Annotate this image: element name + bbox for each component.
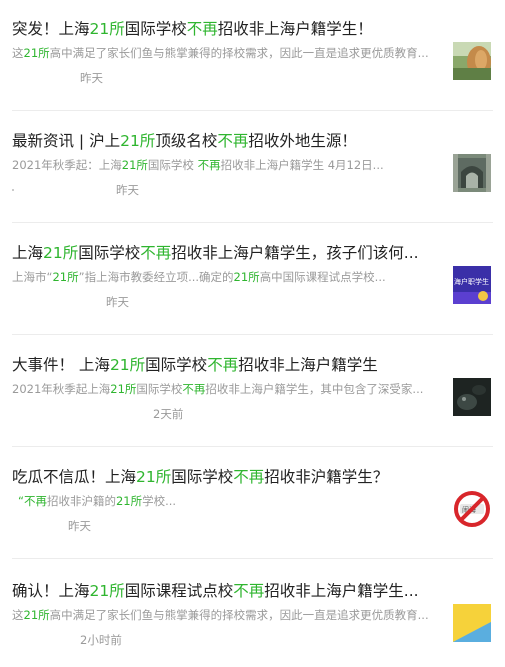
article-summary: 2021年秋季起：上海21所国际学校 不再招收非上海户籍学生 4月12日...: [12, 158, 384, 172]
article-summary: 这21所高中满足了家长们鱼与熊掌兼得的择校需求，因此一直是追求更优质教育...: [12, 46, 429, 60]
list-item[interactable]: 突发！上海21所国际学校不再招收非上海户籍学生！ 这21所高中满足了家长们鱼与熊…: [0, 0, 505, 112]
article-time: 2小时前: [80, 633, 122, 647]
article-time: 昨天: [116, 183, 139, 197]
article-time: 昨天: [106, 295, 129, 309]
yellow-blue-graphic-icon: [453, 604, 491, 642]
article-summary: “不再招收非沪籍的21所学校...: [18, 494, 177, 508]
campus-photo-thumbnail[interactable]: [453, 154, 491, 192]
bullet-dot: [12, 189, 14, 191]
article-time: 昨天: [68, 519, 91, 533]
article-title[interactable]: 吃瓜不信瓜！上海21所国际学校不再招收非沪籍学生？: [12, 466, 452, 488]
article-summary: 这21所高中满足了家长们鱼与熊掌兼得的择校需求，因此一直是追求更优质教育...: [12, 608, 429, 622]
article-title[interactable]: 确认！上海21所国际课程试点校不再招收非上海户籍学生...: [12, 580, 452, 602]
landscape-photo-thumbnail[interactable]: [453, 42, 491, 80]
no-entry-sign-thumbnail[interactable]: 闹海: [453, 490, 491, 528]
divider: [12, 110, 493, 111]
list-item[interactable]: 大事件！ 上海21所国际学校不再招收非上海户籍学生 2021年秋季起上海21所国…: [0, 336, 505, 448]
dark-photo-thumbnail[interactable]: [453, 378, 491, 416]
list-item[interactable]: 最新资讯 | 沪上21所顶级名校不再招收外地生源！ 2021年秋季起：上海21所…: [0, 112, 505, 224]
dark-photo-icon: [453, 378, 491, 416]
campus-photo-icon: [453, 154, 491, 192]
list-item[interactable]: 确认！上海21所国际课程试点校不再招收非上海户籍学生... 这21所高中满足了家…: [0, 562, 505, 667]
divider: [12, 446, 493, 447]
divider: [12, 334, 493, 335]
yellow-blue-graphic-thumbnail[interactable]: [453, 604, 491, 642]
article-summary: 2021年秋季起上海21所国际学校不再招收非上海户籍学生，其中包含了深受家...: [12, 382, 424, 396]
article-title[interactable]: 上海21所国际学校不再招收非上海户籍学生，孩子们该何...: [12, 242, 452, 264]
article-title[interactable]: 大事件！ 上海21所国际学校不再招收非上海户籍学生: [12, 354, 452, 376]
article-title[interactable]: 最新资讯 | 沪上21所顶级名校不再招收外地生源！: [12, 130, 452, 152]
divider: [12, 558, 493, 559]
list-item[interactable]: 上海21所国际学校不再招收非上海户籍学生，孩子们该何... 上海市“21所”指上…: [0, 224, 505, 336]
banner-badge-text: 海户职学生: [454, 277, 489, 286]
divider: [12, 222, 493, 223]
no-entry-sign-icon: 闹海: [453, 490, 491, 528]
article-time: 2天前: [153, 407, 184, 421]
banner-graphic-thumbnail[interactable]: 海户职学生: [453, 266, 491, 304]
landscape-photo-icon: [453, 42, 491, 80]
article-list: 突发！上海21所国际学校不再招收非上海户籍学生！ 这21所高中满足了家长们鱼与熊…: [0, 0, 505, 667]
banner-graphic-icon: 海户职学生: [453, 266, 491, 304]
list-item[interactable]: 吃瓜不信瓜！上海21所国际学校不再招收非沪籍学生？ “不再招收非沪籍的21所学校…: [0, 448, 505, 560]
article-time: 昨天: [80, 71, 103, 85]
article-summary: 上海市“21所”指上海市教委经立项...确定的21所高中国际课程试点学校...: [12, 270, 386, 284]
article-title[interactable]: 突发！上海21所国际学校不再招收非上海户籍学生！: [12, 18, 452, 40]
